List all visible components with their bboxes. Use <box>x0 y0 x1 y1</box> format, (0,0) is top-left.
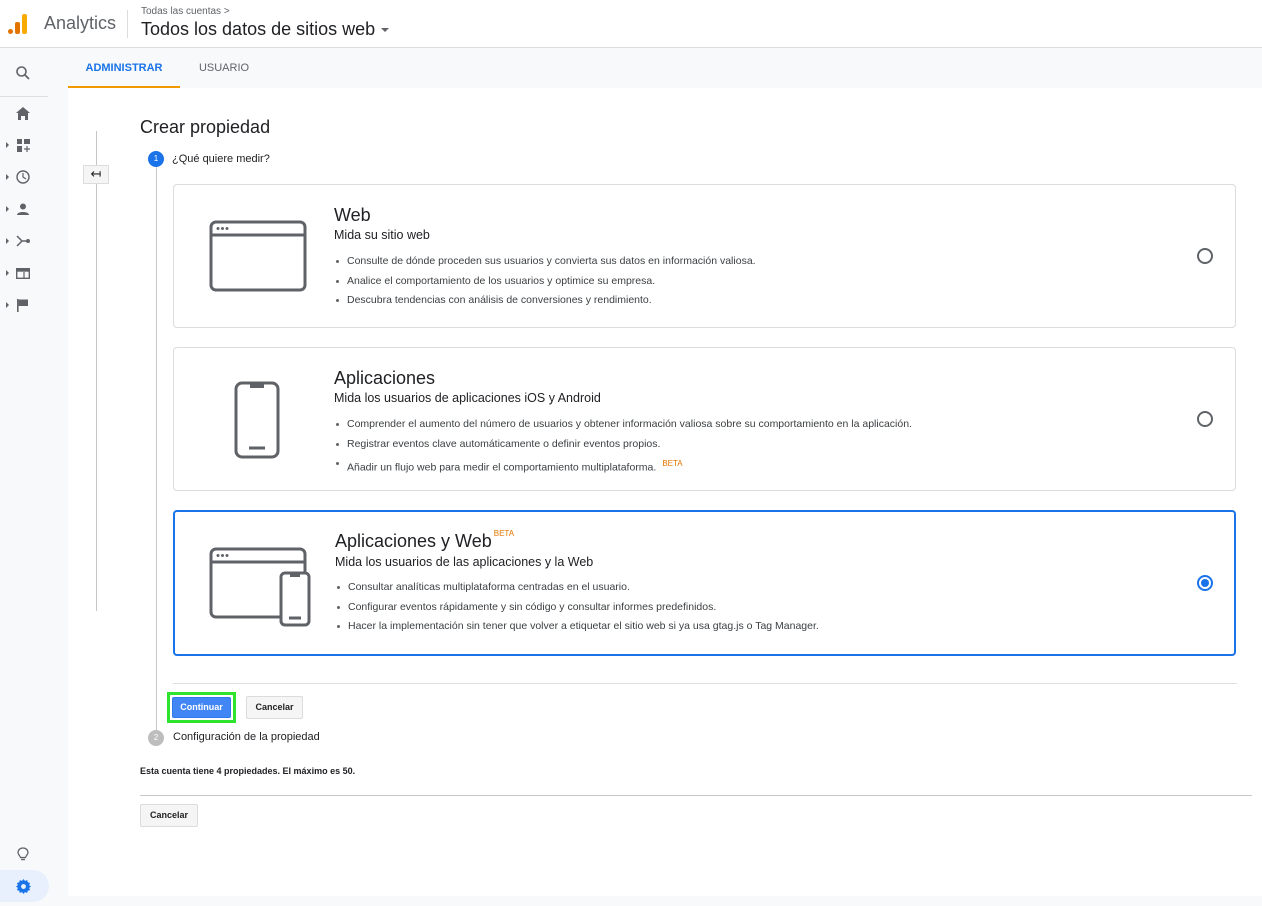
analytics-logo-icon[interactable] <box>8 12 30 34</box>
step-2-label: Configuración de la propiedad <box>173 731 320 743</box>
expand-arrow-icon[interactable] <box>6 270 9 276</box>
bullet-item: Comprender el aumento del número de usua… <box>334 415 912 435</box>
main-content: ↤ Crear propiedad 1 ¿Qué quiere medir? W… <box>68 88 1262 896</box>
expand-arrow-icon[interactable] <box>6 302 9 308</box>
realtime-clock-icon[interactable] <box>14 168 32 186</box>
option-subtitle: Mida los usuarios de las aplicaciones y … <box>335 555 594 569</box>
bullet-item: Analice el comportamiento de los usuario… <box>334 272 756 292</box>
option-card-apps-and-web[interactable]: Aplicaciones y Web BETA Mida los usuarios… <box>173 510 1236 656</box>
radio-apps[interactable] <box>1197 411 1213 427</box>
panel-divider-line <box>96 131 97 611</box>
back-arrow-button[interactable]: ↤ <box>83 165 109 184</box>
option-title: Web <box>334 205 371 225</box>
acquisition-icon[interactable] <box>14 232 32 250</box>
property-count-note: Esta cuenta tiene 4 propiedades. El máxi… <box>140 766 356 776</box>
bullet-item: Añadir un flujo web para medir el compor… <box>334 454 912 474</box>
bullet-item: Configurar eventos rápidamente y sin cód… <box>335 598 819 618</box>
app-name: Analytics <box>44 13 117 33</box>
top-bar: Analytics Todas las cuentas > Todos los … <box>0 0 1262 48</box>
search-icon[interactable] <box>14 64 32 82</box>
tab-administrar[interactable]: ADMINISTRAR <box>68 49 180 88</box>
bullet-item: Consulte de dónde proceden sus usuarios … <box>334 252 756 272</box>
gear-icon <box>14 877 32 895</box>
option-bullets: Consultar analíticas multiplataforma cen… <box>335 578 819 637</box>
expand-arrow-icon[interactable] <box>6 206 9 212</box>
radio-apps-and-web[interactable] <box>1197 575 1213 591</box>
sidebar-nav <box>0 49 68 906</box>
behavior-icon[interactable] <box>14 264 32 282</box>
bullet-item: Consultar analíticas multiplataforma cen… <box>335 578 819 598</box>
expand-arrow-icon[interactable] <box>6 142 9 148</box>
footer-cancel-button[interactable]: Cancelar <box>140 804 198 827</box>
option-title-text: Aplicaciones y Web <box>335 531 492 551</box>
beta-badge: BETA <box>662 459 683 468</box>
header-divider <box>127 10 128 38</box>
divider <box>140 795 1252 796</box>
home-icon[interactable] <box>14 104 32 122</box>
footer-strip <box>68 896 1262 906</box>
step-2-badge: 2 <box>148 730 164 746</box>
customization-icon[interactable] <box>14 136 32 154</box>
admin-nav-item[interactable] <box>0 870 49 902</box>
expand-arrow-icon[interactable] <box>6 174 9 180</box>
bullet-item: Registrar eventos clave automáticamente … <box>334 435 912 455</box>
step-1-label: ¿Qué quiere medir? <box>172 153 270 165</box>
option-subtitle: Mida su sitio web <box>334 228 430 242</box>
option-subtitle: Mida los usuarios de aplicaciones iOS y … <box>334 391 601 405</box>
option-bullets: Comprender el aumento del número de usua… <box>334 415 912 474</box>
tab-usuario[interactable]: USUARIO <box>188 49 260 88</box>
mobile-phone-icon <box>234 381 280 464</box>
cancel-button[interactable]: Cancelar <box>246 696 303 719</box>
radio-web[interactable] <box>1197 248 1213 264</box>
conversions-flag-icon[interactable] <box>14 296 32 314</box>
lightbulb-icon[interactable] <box>14 845 32 863</box>
view-selector[interactable]: Todos los datos de sitios web <box>141 19 390 40</box>
browser-and-phone-icon <box>209 547 311 632</box>
step-1-badge: 1 <box>148 151 164 167</box>
bullet-item: Descubra tendencias con análisis de conv… <box>334 291 756 311</box>
view-title: Todos los datos de sitios web <box>141 19 376 39</box>
divider <box>173 683 1237 684</box>
continue-button[interactable]: Continuar <box>172 697 231 718</box>
expand-arrow-icon[interactable] <box>6 238 9 244</box>
option-card-apps[interactable]: Aplicaciones Mida los usuarios de aplica… <box>173 347 1236 491</box>
page-title: Crear propiedad <box>140 117 271 137</box>
bullet-text: Añadir un flujo web para medir el compor… <box>347 461 657 474</box>
beta-badge: BETA <box>493 529 515 538</box>
chevron-down-icon <box>381 28 390 33</box>
breadcrumb-all-accounts[interactable]: Todas las cuentas > <box>141 6 230 17</box>
option-title: Aplicaciones <box>334 368 436 388</box>
option-bullets: Consulte de dónde proceden sus usuarios … <box>334 252 756 311</box>
bullet-item: Hacer la implementación sin tener que vo… <box>335 617 819 637</box>
option-card-web[interactable]: Web Mida su sitio web Consulte de dónde … <box>173 184 1236 328</box>
sidebar-divider <box>0 96 48 97</box>
browser-window-icon <box>209 220 307 297</box>
admin-tabs: ADMINISTRAR USUARIO <box>68 49 1262 88</box>
audience-person-icon[interactable] <box>14 200 32 218</box>
stepper-line <box>156 167 157 735</box>
option-title: Aplicaciones y Web BETA <box>335 529 515 552</box>
